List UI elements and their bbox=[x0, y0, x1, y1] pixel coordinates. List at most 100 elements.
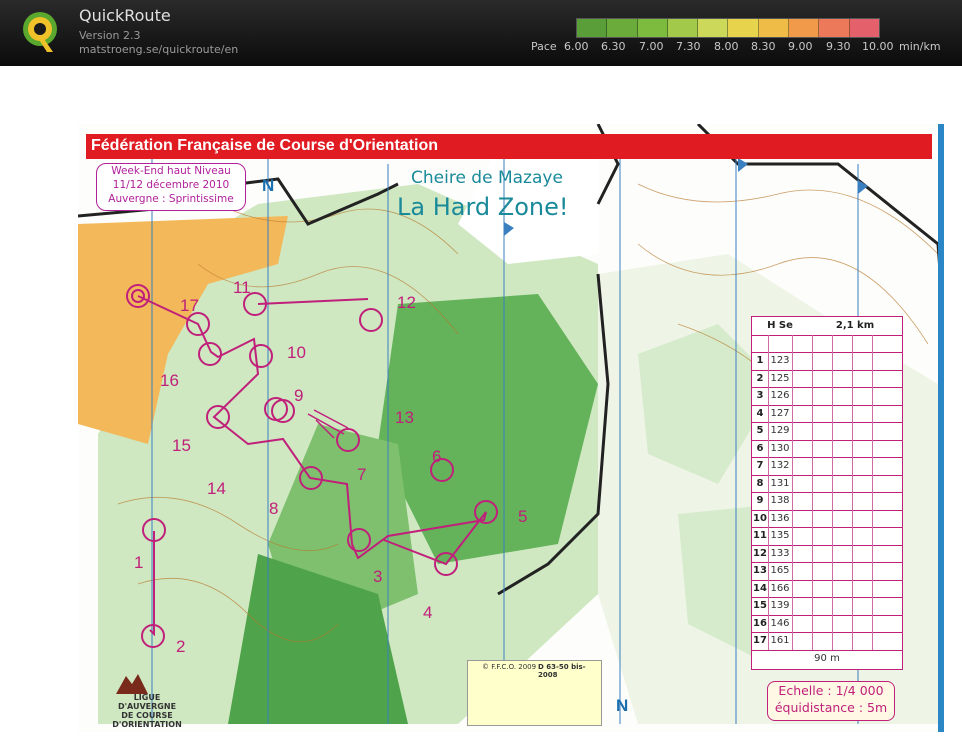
app-version: Version 2.3 bbox=[79, 29, 141, 42]
pace-color-segment bbox=[577, 19, 608, 37]
league-name: LIGUE D'AUVERGNE DE COURSE D'ORIENTATION bbox=[112, 693, 182, 729]
pace-tick-label: 10.00 bbox=[862, 40, 894, 53]
control-number-label: 2 bbox=[176, 637, 186, 656]
control-description-cell: 131 bbox=[770, 477, 790, 489]
control-description-cell: 139 bbox=[770, 600, 790, 611]
control-description-row: 5 129 bbox=[752, 422, 902, 441]
table-divider bbox=[852, 334, 853, 650]
control-description-cell: 135 bbox=[770, 530, 790, 541]
control-number-label: 8 bbox=[269, 499, 279, 518]
control-description-row: 7 132 bbox=[752, 457, 902, 476]
control-description-cell: 2,1 km bbox=[835, 320, 875, 331]
control-description-row: 14 166 bbox=[752, 580, 902, 598]
table-divider bbox=[832, 334, 833, 650]
control-description-cell: 4 bbox=[756, 407, 764, 419]
contour-interval-text: équidistance : 5m bbox=[774, 700, 888, 715]
control-description-cell: 16 bbox=[753, 617, 767, 629]
control-description-row: 9 138 bbox=[752, 492, 902, 511]
control-description-row: 3 126 bbox=[752, 387, 902, 406]
control-number-label: 14 bbox=[207, 479, 226, 498]
control-description-cell: 10 bbox=[753, 512, 767, 524]
pace-unit: min/km bbox=[899, 40, 941, 53]
scale-text: Echelle : 1/4 000 bbox=[778, 683, 884, 698]
control-description-cell: 7 bbox=[756, 460, 764, 471]
pace-color-segment bbox=[637, 19, 668, 37]
control-description-cell: 138 bbox=[770, 495, 790, 506]
pace-tick-label: 7.00 bbox=[639, 40, 664, 53]
pace-color-segment bbox=[819, 19, 850, 37]
control-description-row: 17 161 bbox=[752, 632, 902, 651]
table-divider bbox=[768, 334, 769, 650]
control-number-label: 5 bbox=[518, 507, 528, 526]
event-line-3: Auvergne : Sprintissime bbox=[108, 193, 234, 205]
control-number-label: 6 bbox=[432, 447, 442, 466]
control-description-row: 15 139 bbox=[752, 597, 902, 616]
quickroute-logo-icon bbox=[23, 12, 57, 52]
control-description-row: 8 131 bbox=[752, 475, 902, 493]
control-description-cell: 146 bbox=[770, 617, 790, 629]
control-description-cell: 15 bbox=[753, 600, 767, 611]
league-line-3: D'ORIENTATION bbox=[112, 720, 182, 729]
control-description-cell: 133 bbox=[770, 547, 790, 559]
control-number-label: 10 bbox=[287, 343, 306, 362]
control-description-cell: 6 bbox=[756, 442, 764, 454]
control-description-row: 1 123 bbox=[752, 352, 902, 371]
copyright-box: © F.F.C.O. 2009 D 63-50 bis-2008 bbox=[467, 660, 602, 726]
control-description-cell: 132 bbox=[770, 460, 790, 471]
control-description-cell: 12 bbox=[753, 547, 767, 559]
app-url: matstroeng.se/quickroute/en bbox=[79, 43, 239, 56]
app-name: QuickRoute bbox=[79, 6, 171, 25]
pace-tick-label: 8.00 bbox=[714, 40, 739, 53]
control-number-label: 16 bbox=[160, 371, 179, 390]
control-number-label: 13 bbox=[395, 408, 414, 427]
control-description-cell: 5 bbox=[756, 425, 764, 436]
control-description-cell: 11 bbox=[753, 530, 767, 541]
control-number-label: 17 bbox=[180, 296, 199, 315]
pace-tick-label: 9.00 bbox=[788, 40, 813, 53]
control-description-cell: 136 bbox=[770, 512, 790, 524]
pace-color-segment bbox=[728, 19, 759, 37]
pace-color-segment bbox=[607, 19, 638, 37]
control-description-cell: 165 bbox=[770, 565, 790, 576]
pace-tick-label: 6.30 bbox=[601, 40, 626, 53]
pace-color-legend bbox=[576, 18, 880, 38]
control-number-label: 9 bbox=[294, 386, 304, 405]
control-number-label: 15 bbox=[172, 436, 191, 455]
control-description-cell: 130 bbox=[770, 442, 790, 454]
control-description-cell: 126 bbox=[770, 390, 790, 401]
pace-color-segment bbox=[698, 19, 729, 37]
control-description-cell: 90 m bbox=[814, 652, 840, 664]
control-description-start bbox=[752, 335, 902, 353]
pace-tick-label: 8.30 bbox=[751, 40, 776, 53]
control-description-row: 2 125 bbox=[752, 370, 902, 388]
control-description-row: 13 165 bbox=[752, 562, 902, 581]
control-description-header: H Se 2,1 km bbox=[752, 317, 902, 336]
map-reference: D 63-50 bis-2008 bbox=[538, 663, 586, 679]
control-description-cell: 14 bbox=[753, 582, 767, 594]
pace-color-segment bbox=[758, 19, 790, 37]
control-description-cell: 17 bbox=[753, 635, 767, 646]
control-description-cell: 1 bbox=[756, 355, 764, 366]
control-description-row: 6 130 bbox=[752, 440, 902, 458]
control-description-cell: 13 bbox=[753, 565, 767, 576]
map-header-banner: Fédération Française de Course d'Orienta… bbox=[86, 134, 932, 159]
map-area-subtitle: La Hard Zone! bbox=[397, 193, 569, 221]
control-description-cell: 129 bbox=[770, 425, 790, 436]
control-description-cell: 161 bbox=[770, 635, 790, 646]
event-line-1: Week-End haut Niveau bbox=[111, 165, 231, 177]
league-line-1: LIGUE D'AUVERGNE bbox=[117, 693, 177, 711]
control-number-label: 4 bbox=[423, 603, 433, 622]
table-divider bbox=[812, 334, 813, 650]
control-description-cell: 123 bbox=[770, 355, 790, 366]
control-description-cell: 3 bbox=[756, 390, 764, 401]
map-area-name: Cheire de Mazaye bbox=[411, 168, 563, 188]
pace-tick-label: 9.30 bbox=[826, 40, 851, 53]
pace-tick-label: 7.30 bbox=[676, 40, 701, 53]
event-line-2: 11/12 décembre 2010 bbox=[112, 179, 230, 191]
control-description-cell: 9 bbox=[756, 495, 764, 506]
control-description-cell: 8 bbox=[756, 477, 764, 489]
control-description-row: 10 136 bbox=[752, 510, 902, 528]
pace-color-segment bbox=[789, 19, 820, 37]
copyright-text: © F.F.C.O. 2009 bbox=[482, 663, 537, 671]
control-description-cell: 125 bbox=[770, 372, 790, 384]
